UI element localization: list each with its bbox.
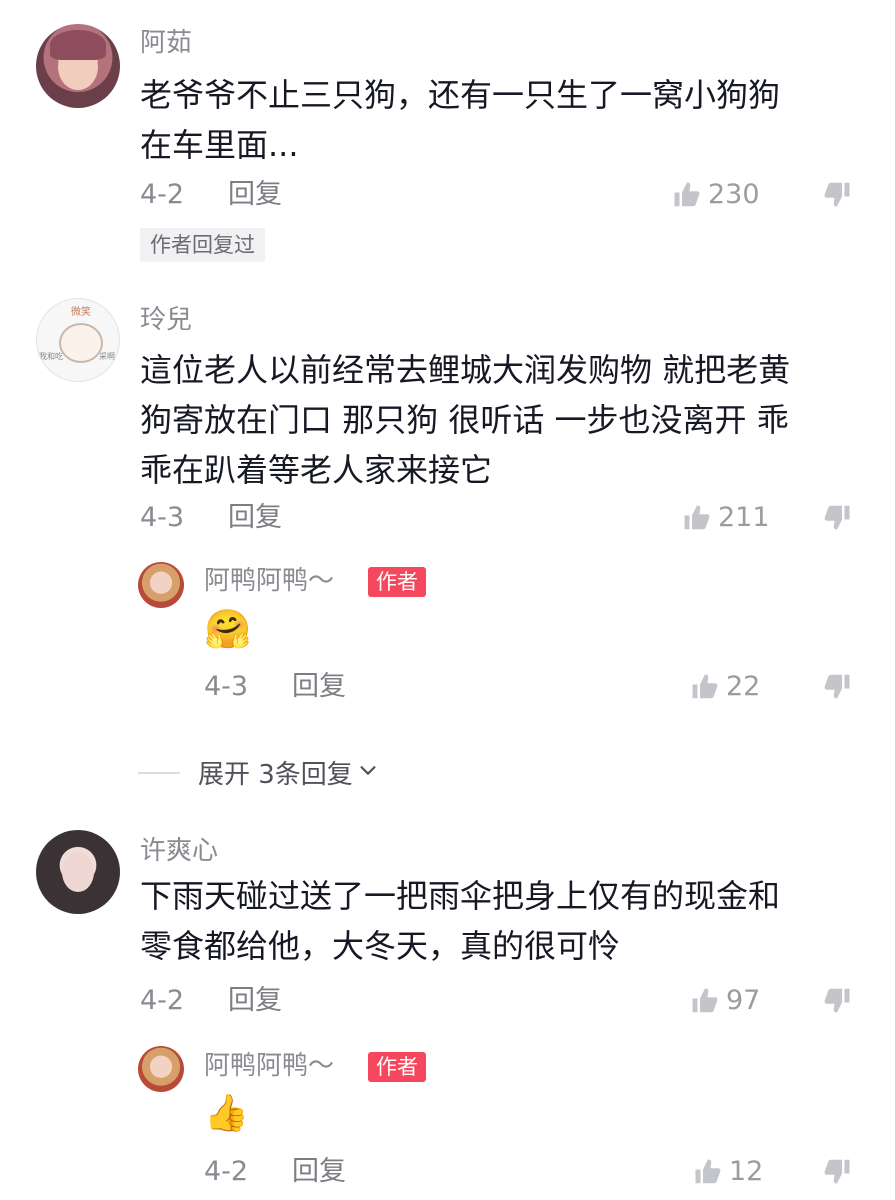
comment-text-line: 在车里面... xyxy=(140,126,299,164)
reply-button[interactable]: 回复 xyxy=(292,1156,346,1188)
thumbs-up-emoji: 👍 xyxy=(204,1093,249,1134)
like-count: 230 xyxy=(708,179,760,210)
reply-date: 4-3 xyxy=(204,671,249,702)
comment-text: 這位老人以前经常去鲤城大润发购物 就把老黄 狗寄放在门口 那只狗 很听话 一步也… xyxy=(140,345,790,495)
thumbs-down-icon xyxy=(822,671,852,701)
comment-text-line: 狗寄放在门口 那只狗 很听话 一步也没离开 乖 xyxy=(140,401,789,439)
chevron-down-icon xyxy=(357,758,379,788)
comment-text-line: 老爷爷不止三只狗，还有一只生了一窝小狗狗 xyxy=(140,76,781,114)
comment-username[interactable]: 阿茹 xyxy=(140,28,192,58)
dislike-button[interactable] xyxy=(822,671,852,701)
author-badge: 作者 xyxy=(368,1052,426,1082)
comment-text-line: 下雨天碰过送了一把雨伞把身上仅有的现金和 xyxy=(140,877,781,915)
like-button[interactable]: 230 xyxy=(672,179,760,211)
like-button[interactable]: 97 xyxy=(690,985,760,1017)
dislike-button[interactable] xyxy=(822,1156,852,1186)
comment-text-line: 乖在趴着等老人家来接它 xyxy=(140,451,493,489)
like-count: 22 xyxy=(726,671,761,702)
expand-replies-button[interactable]: 展开 3条回复 xyxy=(138,754,379,791)
thumbs-up-icon xyxy=(690,986,720,1016)
avatar-caption: 采啊 xyxy=(99,352,115,361)
expand-replies-label: 展开 3条回复 xyxy=(198,760,353,790)
comment-text: 下雨天碰过送了一把雨伞把身上仅有的现金和 零食都给他，大冬天，真的很可怜 xyxy=(140,871,780,971)
reply-username[interactable]: 阿鸭阿鸭～ xyxy=(204,1051,334,1081)
author-replied-tag: 作者回复过 xyxy=(140,228,265,262)
divider xyxy=(138,771,180,774)
comment-date: 4-2 xyxy=(140,985,185,1016)
author-badge: 作者 xyxy=(368,567,426,597)
thumbs-up-icon xyxy=(690,672,720,702)
thumbs-down-icon xyxy=(822,179,852,209)
comment-username[interactable]: 许爽心 xyxy=(140,836,218,866)
avatar-caption: 我和吃 xyxy=(39,352,63,361)
thumbs-down-icon xyxy=(822,985,852,1015)
dislike-button[interactable] xyxy=(822,985,852,1015)
avatar-caption: 微笑 xyxy=(71,307,91,318)
dislike-button[interactable] xyxy=(822,179,852,209)
thumbs-up-icon xyxy=(693,1157,723,1187)
avatar[interactable] xyxy=(36,24,120,108)
thumbs-up-icon xyxy=(682,503,712,533)
thumbs-down-icon xyxy=(822,502,852,532)
hug-emoji: 🤗 xyxy=(204,607,252,651)
reply-button[interactable]: 回复 xyxy=(292,671,346,703)
like-button[interactable]: 211 xyxy=(682,502,770,534)
thumbs-down-icon xyxy=(822,1156,852,1186)
avatar[interactable] xyxy=(138,1046,184,1092)
avatar[interactable] xyxy=(138,562,184,608)
dislike-button[interactable] xyxy=(822,502,852,532)
thumbs-up-icon xyxy=(672,180,702,210)
reply-date: 4-2 xyxy=(204,1156,249,1187)
reply-username[interactable]: 阿鸭阿鸭～ xyxy=(204,566,334,596)
like-button[interactable]: 12 xyxy=(693,1156,763,1188)
reply-button[interactable]: 回复 xyxy=(228,179,282,211)
like-count: 97 xyxy=(726,985,761,1016)
like-count: 12 xyxy=(729,1156,764,1187)
reply-button[interactable]: 回复 xyxy=(228,502,282,534)
comment-text: 老爷爷不止三只狗，还有一只生了一窝小狗狗 在车里面... xyxy=(140,70,780,170)
comment-username[interactable]: 玲兒 xyxy=(140,305,192,335)
reply-button[interactable]: 回复 xyxy=(228,985,282,1017)
comment-text-line: 零食都给他，大冬天，真的很可怜 xyxy=(140,927,621,965)
comment-text-line: 這位老人以前经常去鲤城大润发购物 就把老黄 xyxy=(140,351,791,389)
comment-date: 4-3 xyxy=(140,502,185,533)
like-button[interactable]: 22 xyxy=(690,671,760,703)
avatar[interactable]: 微笑 我和吃 采啊 xyxy=(36,298,120,382)
like-count: 211 xyxy=(718,502,770,533)
comment-date: 4-2 xyxy=(140,179,185,210)
avatar[interactable] xyxy=(36,830,120,914)
